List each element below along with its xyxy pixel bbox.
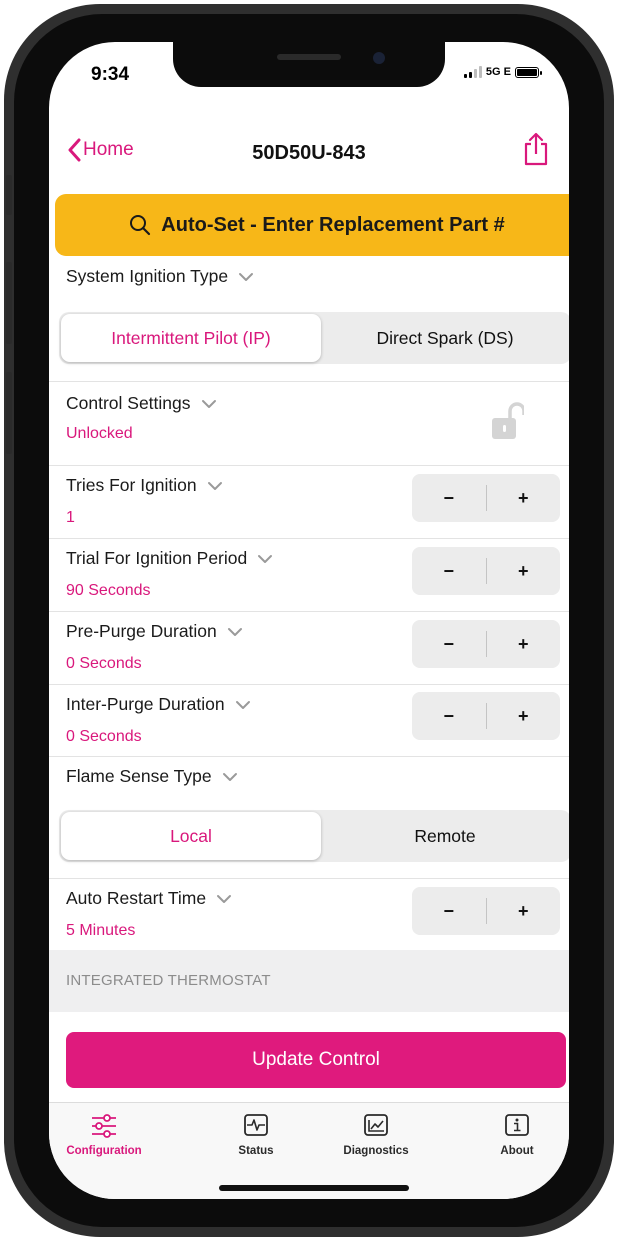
control-settings-label: Control Settings — [66, 393, 191, 413]
ignition-type-segmented-control: Intermittent Pilot (IP) Direct Spark (DS… — [59, 312, 569, 364]
navigation-bar: Home 50D50U-843 — [49, 124, 569, 180]
pre-purge-duration-row: Pre-Purge Duration 0 Seconds − + — [49, 611, 569, 685]
ignition-type-row: System Ignition Type Intermittent Pilot … — [49, 256, 569, 382]
control-settings-row: Control Settings Unlocked — [49, 381, 569, 466]
pre-purge-duration-toggle[interactable]: Pre-Purge Duration — [66, 621, 243, 642]
chevron-down-icon — [207, 481, 222, 490]
increment-button[interactable]: + — [487, 706, 561, 727]
speaker-grille — [277, 54, 341, 60]
chart-icon — [364, 1114, 388, 1136]
chevron-down-icon — [235, 700, 250, 709]
page-title: 50D50U-843 — [252, 142, 366, 164]
increment-button[interactable]: + — [487, 561, 561, 582]
status-time: 9:34 — [91, 64, 130, 85]
segment-remote[interactable]: Remote — [321, 812, 569, 860]
segment-direct-spark[interactable]: Direct Spark (DS) — [321, 314, 569, 362]
chevron-down-icon — [222, 772, 237, 781]
inter-purge-duration-row: Inter-Purge Duration 0 Seconds − + — [49, 684, 569, 757]
app-screen: 9:34 5G E Home 50D50U-843 Auto-Set - Ent… — [49, 42, 569, 1199]
tries-for-ignition-stepper: − + — [412, 474, 560, 522]
lock-button[interactable] — [490, 401, 526, 446]
trial-for-ignition-period-label: Trial For Ignition Period — [66, 548, 248, 568]
inter-purge-duration-stepper: − + — [412, 692, 560, 740]
tries-for-ignition-label: Tries For Ignition — [66, 475, 197, 495]
autoset-label: Auto-Set - Enter Replacement Part # — [161, 213, 505, 236]
chevron-down-icon — [239, 272, 254, 281]
network-type: 5G E — [485, 66, 511, 78]
tab-about[interactable]: About — [462, 1113, 569, 1157]
tries-for-ignition-toggle[interactable]: Tries For Ignition — [66, 475, 223, 496]
trial-for-ignition-period-value: 90 Seconds — [66, 582, 151, 599]
tab-status[interactable]: Status — [201, 1113, 311, 1157]
ignition-type-label: System Ignition Type — [66, 266, 229, 286]
increment-button[interactable]: + — [487, 488, 561, 509]
increment-button[interactable]: + — [487, 901, 561, 922]
front-camera — [373, 52, 385, 64]
inter-purge-duration-label: Inter-Purge Duration — [66, 694, 225, 714]
tab-configuration[interactable]: Configuration — [49, 1113, 159, 1157]
tries-for-ignition-value: 1 — [66, 509, 75, 526]
notch — [173, 42, 445, 87]
sliders-icon — [92, 1114, 116, 1138]
tab-label: Configuration — [66, 1145, 142, 1157]
tab-label: Diagnostics — [343, 1145, 409, 1157]
share-icon — [524, 132, 548, 166]
info-icon — [505, 1114, 529, 1136]
tab-label: About — [500, 1145, 534, 1157]
decrement-button[interactable]: − — [412, 488, 486, 509]
segment-local[interactable]: Local — [61, 812, 321, 860]
control-settings-value: Unlocked — [66, 425, 133, 442]
integrated-thermostat-section-header: INTEGRATED THERMOSTAT — [49, 950, 569, 1012]
auto-restart-time-toggle[interactable]: Auto Restart Time — [66, 888, 232, 909]
trial-for-ignition-period-stepper: − + — [412, 547, 560, 595]
chevron-down-icon — [217, 894, 232, 903]
autoset-search-button[interactable]: Auto-Set - Enter Replacement Part # — [55, 194, 569, 256]
flame-sense-type-toggle[interactable]: Flame Sense Type — [66, 766, 238, 787]
inter-purge-duration-toggle[interactable]: Inter-Purge Duration — [66, 694, 251, 715]
tab-label: Status — [238, 1145, 274, 1157]
auto-restart-time-label: Auto Restart Time — [66, 888, 207, 908]
inter-purge-duration-value: 0 Seconds — [66, 728, 142, 745]
auto-restart-time-row: Auto Restart Time 5 Minutes − + — [49, 878, 569, 950]
chevron-down-icon — [227, 627, 242, 636]
increment-button[interactable]: + — [487, 634, 561, 655]
trial-for-ignition-period-toggle[interactable]: Trial For Ignition Period — [66, 548, 273, 569]
search-icon — [130, 215, 151, 236]
mute-switch — [6, 175, 12, 215]
decrement-button[interactable]: − — [412, 706, 486, 727]
volume-down-button — [6, 372, 12, 454]
trial-for-ignition-period-row: Trial For Ignition Period 90 Seconds − + — [49, 538, 569, 612]
tries-for-ignition-row: Tries For Ignition 1 − + — [49, 465, 569, 539]
pre-purge-duration-value: 0 Seconds — [66, 655, 142, 672]
signal-icon — [463, 66, 482, 78]
share-button[interactable] — [523, 132, 549, 171]
auto-restart-time-stepper: − + — [412, 887, 560, 935]
update-control-button[interactable]: Update Control — [66, 1032, 566, 1088]
decrement-button[interactable]: − — [412, 634, 486, 655]
unlocked-icon — [492, 402, 526, 439]
chevron-down-icon — [201, 399, 216, 408]
flame-sense-type-row: Flame Sense Type Local Remote — [49, 756, 569, 879]
tab-diagnostics[interactable]: Diagnostics — [321, 1113, 431, 1157]
pre-purge-duration-label: Pre-Purge Duration — [66, 621, 217, 641]
decrement-button[interactable]: − — [412, 561, 486, 582]
pulse-icon — [244, 1114, 268, 1136]
flame-sense-segmented-control: Local Remote — [59, 810, 569, 862]
flame-sense-type-label: Flame Sense Type — [66, 766, 212, 786]
section-header-label: INTEGRATED THERMOSTAT — [66, 972, 271, 989]
status-indicators: 5G E — [463, 66, 542, 78]
decrement-button[interactable]: − — [412, 901, 486, 922]
chevron-down-icon — [258, 554, 273, 563]
volume-up-button — [6, 262, 12, 344]
auto-restart-time-value: 5 Minutes — [66, 922, 136, 939]
control-settings-toggle[interactable]: Control Settings — [66, 393, 217, 414]
home-indicator[interactable] — [219, 1185, 409, 1191]
battery-icon — [515, 66, 542, 78]
pre-purge-duration-stepper: − + — [412, 620, 560, 668]
segment-intermittent-pilot[interactable]: Intermittent Pilot (IP) — [61, 314, 321, 362]
ignition-type-toggle[interactable]: System Ignition Type — [66, 266, 254, 287]
